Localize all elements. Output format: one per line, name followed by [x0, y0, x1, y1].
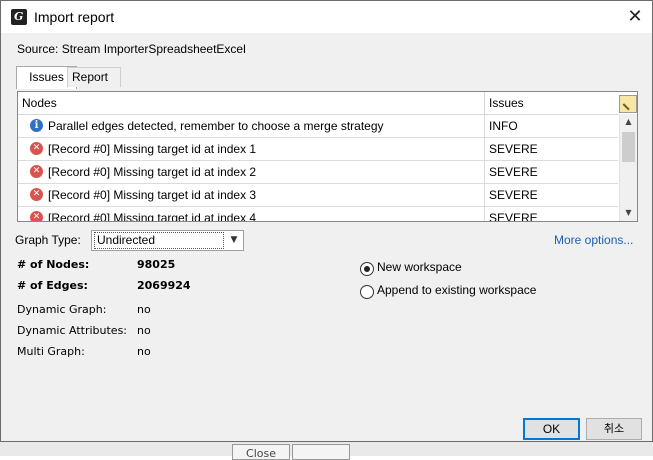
column-header-issues[interactable]: Issues — [485, 92, 619, 114]
chevron-down-icon[interactable]: ▼ — [225, 231, 243, 250]
background-close-button: Close — [232, 444, 290, 460]
background-button — [292, 444, 350, 460]
title-bar: G Import report ✕ — [1, 1, 652, 33]
table-row[interactable]: ✕ [Record #0] Missing target id at index… — [18, 207, 618, 222]
graph-type-value: Undirected — [94, 232, 224, 249]
more-options-link[interactable]: More options... — [554, 233, 633, 247]
table-row[interactable]: i Parallel edges detected, remember to c… — [18, 115, 618, 138]
multi-graph-label: Multi Graph: — [17, 345, 85, 358]
row-issue-level: INFO — [489, 119, 518, 133]
nodes-count-label: # of Nodes: — [17, 258, 90, 271]
import-report-dialog: G Import report ✕ Source: Stream Importe… — [0, 0, 653, 442]
edges-count-label: # of Edges: — [17, 279, 88, 292]
error-icon: ✕ — [30, 211, 43, 221]
cancel-button[interactable]: 취소 — [586, 418, 642, 440]
window-title: Import report — [34, 9, 115, 25]
tab-report[interactable]: Report — [67, 67, 121, 87]
graph-type-select[interactable]: Undirected ▼ — [91, 230, 244, 251]
nodes-count-value: 98025 — [137, 258, 176, 271]
row-node-text: [Record #0] Missing target id at index 3 — [48, 188, 257, 202]
dynamic-attributes-label: Dynamic Attributes: — [17, 324, 128, 337]
row-issue-level: SEVERE — [489, 165, 538, 179]
close-icon[interactable]: ✕ — [621, 5, 649, 29]
row-node-text: [Record #0] Missing target id at index 1 — [48, 142, 257, 156]
graph-type-label: Graph Type: — [15, 233, 81, 247]
row-issue-level: SEVERE — [489, 211, 538, 222]
issues-table: Nodes Issues i Parallel edges detected, … — [17, 91, 638, 222]
source-label: Source: Stream ImporterSpreadsheetExcel — [17, 42, 246, 56]
vertical-scrollbar[interactable]: ▲ ▼ — [619, 114, 637, 221]
new-workspace-radio[interactable] — [360, 262, 374, 276]
append-workspace-label[interactable]: Append to existing workspace — [377, 283, 536, 297]
scroll-up-icon[interactable]: ▲ — [620, 114, 637, 130]
dynamic-attributes-value: no — [137, 324, 151, 337]
error-icon: ✕ — [30, 165, 43, 178]
error-icon: ✕ — [30, 188, 43, 201]
table-row[interactable]: ✕ [Record #0] Missing target id at index… — [18, 184, 618, 207]
edges-count-value: 2069924 — [137, 279, 191, 292]
append-workspace-radio[interactable] — [360, 285, 374, 299]
column-header-nodes[interactable]: Nodes — [18, 92, 485, 114]
table-row[interactable]: ✕ [Record #0] Missing target id at index… — [18, 138, 618, 161]
column-control-icon[interactable] — [619, 95, 637, 113]
multi-graph-value: no — [137, 345, 151, 358]
row-issue-level: SEVERE — [489, 188, 538, 202]
row-node-text: [Record #0] Missing target id at index 2 — [48, 165, 257, 179]
new-workspace-label[interactable]: New workspace — [377, 260, 462, 274]
row-issue-level: SEVERE — [489, 142, 538, 156]
info-icon: i — [30, 119, 43, 132]
scroll-thumb[interactable] — [622, 132, 635, 162]
dynamic-graph-label: Dynamic Graph: — [17, 303, 107, 316]
row-node-text: Parallel edges detected, remember to cho… — [48, 119, 384, 133]
ok-button[interactable]: OK — [523, 418, 580, 440]
table-header: Nodes Issues — [18, 92, 618, 115]
dynamic-graph-value: no — [137, 303, 151, 316]
row-node-text: [Record #0] Missing target id at index 4 — [48, 211, 257, 222]
table-row[interactable]: ✕ [Record #0] Missing target id at index… — [18, 161, 618, 184]
scroll-down-icon[interactable]: ▼ — [620, 205, 637, 221]
error-icon: ✕ — [30, 142, 43, 155]
app-icon: G — [11, 9, 27, 25]
